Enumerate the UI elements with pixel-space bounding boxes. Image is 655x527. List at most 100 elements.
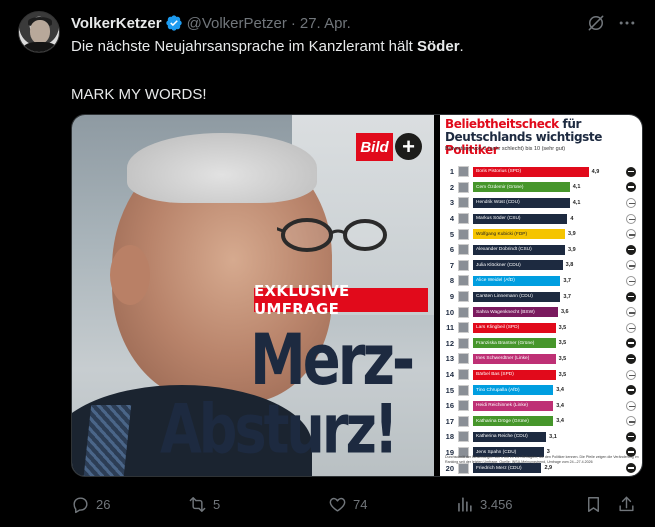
chart-row: 8 Alice Weidel (AfD) 3,7	[443, 273, 641, 289]
tweet-media[interactable]: Bild + EXKLUSIVE UMFRAGE Merz- Absturz! …	[71, 114, 643, 477]
chart-row: 2 Cem Özdemir (Grüne) 4,1	[443, 180, 641, 196]
chart-rank: 16	[445, 401, 454, 411]
more-options-icon[interactable]	[617, 13, 637, 33]
chart-rank: 1	[449, 167, 454, 177]
politician-photo	[458, 259, 469, 271]
chart-bar-label: Carsten Linnemann (CDU)	[476, 294, 533, 300]
chart-rank: 14	[445, 370, 454, 380]
trend-arrow-icon	[626, 385, 636, 396]
tweet-text-line1: Die nächste Neujahrsansprache im Kanzler…	[71, 38, 464, 55]
chart-rank: 9	[449, 292, 454, 302]
politician-photo	[458, 197, 469, 209]
chart-row: 16 Heidi Reichinnek (Linke) 3,4	[443, 398, 641, 414]
like-button[interactable]: 74	[328, 495, 367, 514]
exklusive-umfrage-label: EXKLUSIVE UMFRAGE	[254, 282, 428, 318]
trend-arrow-icon	[626, 353, 636, 364]
headline-line2: Absturz!	[160, 390, 399, 469]
grok-icon[interactable]	[586, 13, 606, 33]
chart-bar-label: Boris Pistorius (SPD)	[476, 169, 522, 175]
chart-bar-label: Alice Weidel (AfD)	[476, 278, 515, 284]
chart-rank: 17	[445, 416, 454, 426]
separator-dot: ·	[290, 14, 296, 32]
author-display-name[interactable]: VolkerKetzer	[71, 15, 162, 32]
tweet-text-bold: Söder	[417, 38, 460, 55]
chart-value-label: 3,5	[558, 371, 567, 378]
chart-bar-label: Cem Özdemir (Grüne)	[476, 184, 524, 190]
politician-photo	[458, 415, 469, 427]
politician-photo	[458, 306, 469, 318]
author-avatar[interactable]	[18, 11, 60, 53]
chart-bar-label: Friedrich Merz (CDU)	[476, 465, 522, 471]
chart-row: 13 Ines Schwerdtner (Linke) 3,5	[443, 351, 641, 367]
reply-button[interactable]: 26	[71, 495, 110, 514]
tweet-header: VolkerKetzer @VolkerPetzer · 27. Apr.	[71, 13, 351, 33]
chart-bar-label: Wolfgang Kubicki (FDP)	[476, 231, 528, 237]
chart-bar-label: Markus Söder (CSU)	[476, 216, 521, 222]
chart-row: 14 Bärbel Bas (SPD) 3,5	[443, 367, 641, 383]
bookmark-button[interactable]	[584, 495, 609, 514]
chart-row: 9 Carsten Linnemann (CDU) 3,7	[443, 289, 641, 305]
heart-icon	[329, 497, 346, 512]
views-count: 3.456	[480, 497, 513, 512]
chart-bar-label: Lars Klingbeil (SPD)	[476, 325, 520, 331]
trend-arrow-icon	[626, 182, 636, 193]
chart-value-label: 4,1	[572, 199, 581, 206]
chart-bar-label: Bärbel Bas (SPD)	[476, 372, 514, 378]
chart-row: 1 Boris Pistorius (SPD) 4,9	[443, 164, 641, 180]
chart-bar-label: Alexander Dobrindt (CSU)	[476, 247, 532, 253]
trend-arrow-icon	[626, 260, 636, 271]
chart-bar-label: Hendrik Wüst (CDU)	[476, 200, 520, 206]
trend-arrow-icon	[626, 307, 636, 318]
politician-photo	[458, 353, 469, 365]
chart-value-label: 3,7	[563, 277, 571, 284]
share-button[interactable]	[617, 495, 642, 514]
chart-bar-label: Sahra Wagenknecht (BSW)	[476, 309, 535, 315]
chart-rank: 7	[449, 260, 454, 270]
chart-bar-label: Heidi Reichinnek (Linke)	[476, 403, 528, 409]
views-button[interactable]: 3.456	[455, 495, 513, 514]
politician-photo	[458, 181, 469, 193]
author-handle[interactable]: @VolkerPetzer	[187, 15, 287, 32]
chart-rank: 12	[445, 338, 454, 348]
chart-value-label: 3,7	[563, 293, 571, 300]
retweet-count: 5	[213, 497, 221, 512]
share-icon	[619, 496, 634, 512]
chart-value-label: 4,1	[572, 184, 581, 191]
trend-arrow-icon	[626, 166, 636, 177]
chart-bar-label: Tino Chrupalla (AfD)	[476, 387, 520, 393]
chart-rank: 6	[449, 245, 454, 255]
chart-rank: 4	[449, 214, 454, 224]
tweet-text: Die nächste Neujahrsansprache im Kanzler…	[71, 37, 631, 105]
media-photo-left[interactable]: Bild + EXKLUSIVE UMFRAGE Merz- Absturz!	[72, 115, 434, 476]
trend-arrow-icon	[626, 431, 636, 442]
politician-photo	[458, 228, 469, 240]
politician-photo	[458, 244, 469, 256]
media-chart-right[interactable]: Beliebtheitscheck für Deutschlands wicht…	[440, 115, 642, 476]
retweet-button[interactable]: 5	[188, 495, 220, 514]
trend-arrow-icon	[626, 197, 636, 208]
trend-arrow-icon	[626, 275, 636, 286]
chart-value-label: 3,6	[560, 309, 569, 316]
chart-row: 12 Franziska Brantner (Grüne) 3,5	[443, 336, 641, 352]
chart-bar-label: Katherina Reiche (CDU)	[476, 434, 528, 440]
politician-photo	[458, 322, 469, 334]
chart-bar-label: Katharina Dröge (Grüne)	[476, 418, 529, 424]
chart-row: 6 Alexander Dobrindt (CSU) 3,9	[443, 242, 641, 258]
retweet-icon	[189, 497, 206, 512]
chart-row: 18 Katherina Reiche (CDU) 3,1	[443, 429, 641, 445]
trend-arrow-icon	[626, 322, 636, 333]
politician-photo	[458, 369, 469, 381]
politician-photo	[458, 213, 469, 225]
chart-row: 7 Julia Klöckner (CDU) 3,8	[443, 258, 641, 274]
chart-rank: 11	[446, 323, 454, 333]
trend-arrow-icon	[626, 369, 636, 380]
tweet-date[interactable]: 27. Apr.	[300, 15, 351, 32]
chart-value-label: 3,5	[558, 324, 567, 331]
tweet[interactable]: VolkerKetzer @VolkerPetzer · 27. Apr. Di…	[0, 0, 655, 527]
chart-value-label: 4,9	[591, 168, 600, 175]
chart-row: 17 Katharina Dröge (Grüne) 3,4	[443, 414, 641, 430]
bookmark-icon	[588, 497, 599, 512]
chart-rank: 13	[445, 354, 454, 364]
tweet-text-line2: MARK MY WORDS!	[71, 86, 207, 103]
chart-rank: 2	[449, 182, 454, 192]
